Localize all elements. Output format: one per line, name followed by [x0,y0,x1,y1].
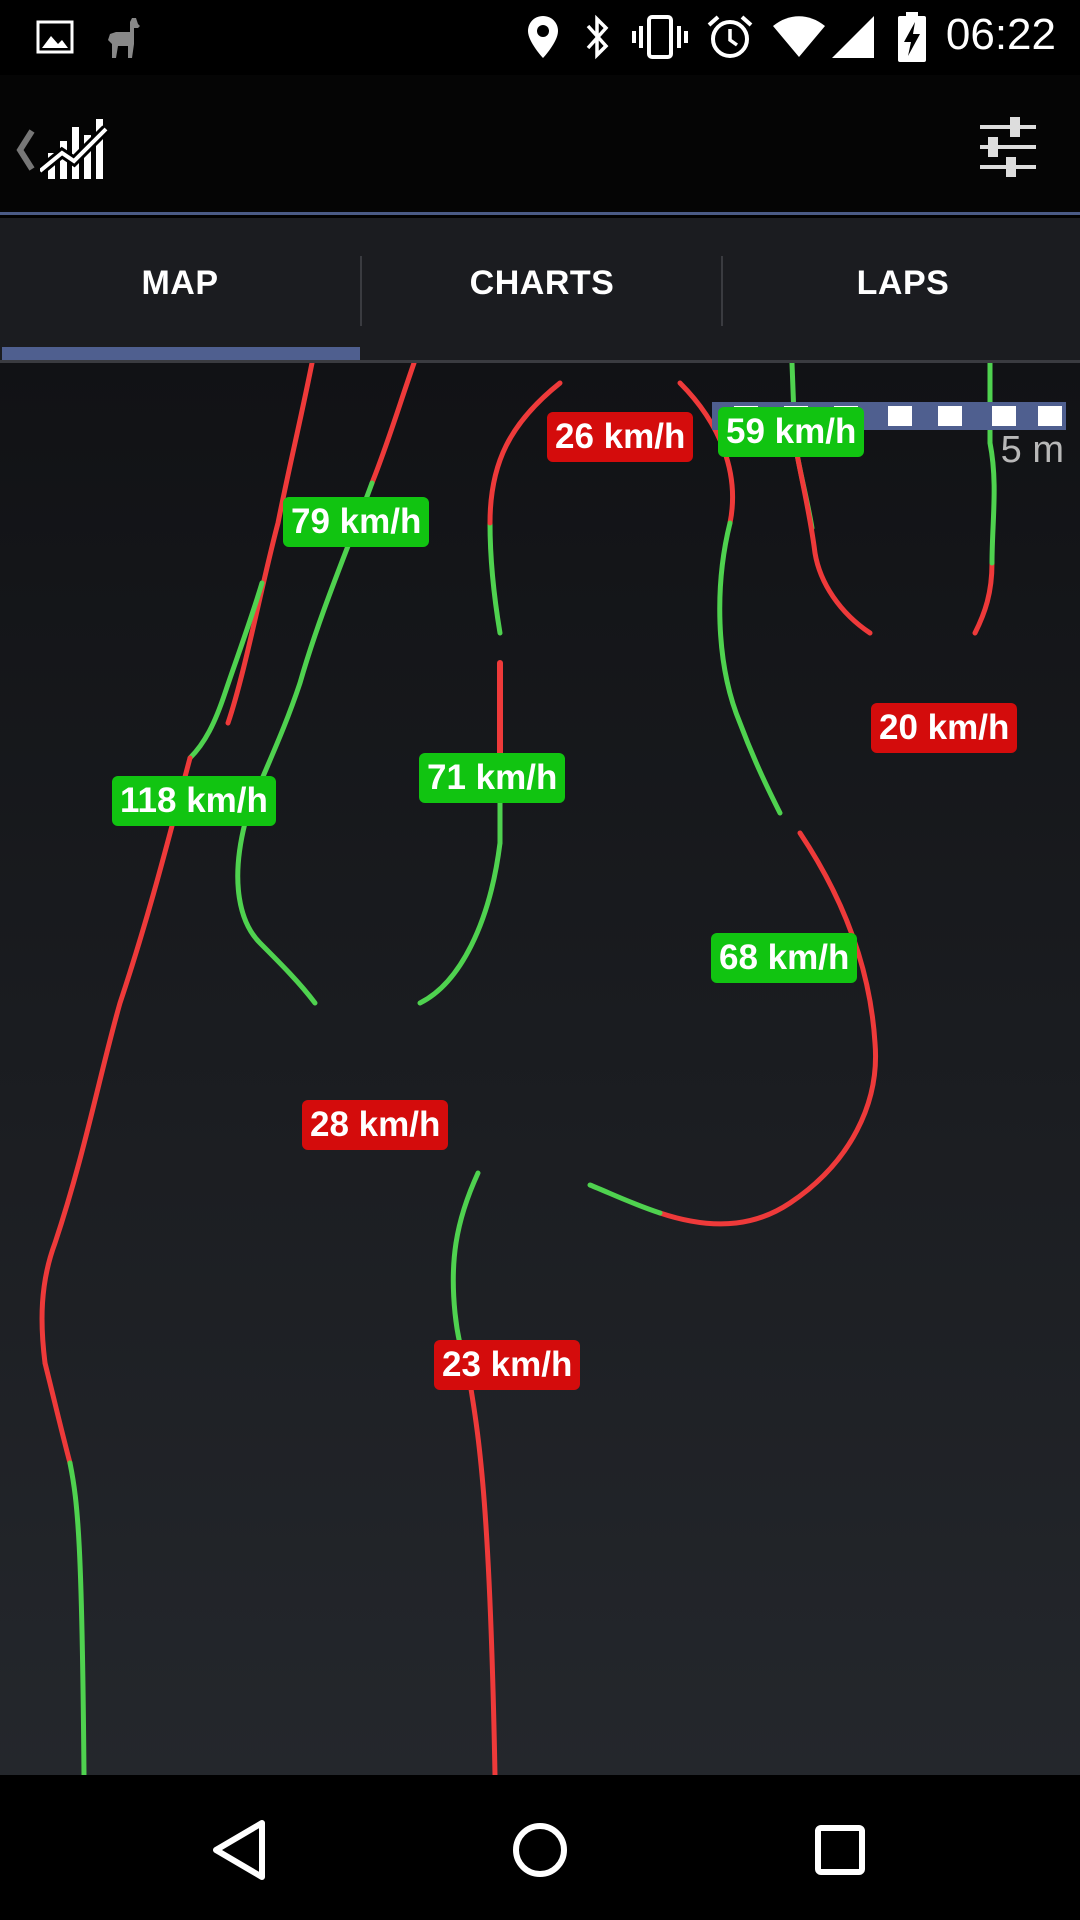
action-bar-divider [0,212,1080,215]
map-view[interactable]: 5 m 26 km/h 59 km/h 79 km/h 20 km/h 118 … [0,363,1080,1775]
signal-icon [832,16,874,58]
track-segment [39,755,193,1366]
speed-label: 68 km/h [711,933,858,983]
speed-label: 59 km/h [718,407,865,457]
recents-square-icon [815,1825,865,1875]
speed-label: 79 km/h [283,497,430,547]
action-bar [0,75,1080,215]
tab-selected-indicator [2,347,360,361]
back-chevron-icon [16,129,35,171]
location-icon [528,16,558,58]
track-segment [187,580,265,761]
sliders-icon [980,117,1036,177]
speed-label: 26 km/h [547,412,694,462]
speed-label: 23 km/h [434,1340,581,1390]
track-segment [42,1360,73,1466]
track-segment [67,1460,87,1775]
image-icon [36,20,74,54]
track-segment [467,1380,498,1775]
speed-label: 20 km/h [871,703,1018,753]
status-bar: 06:22 [0,0,1080,75]
track-segment [987,363,997,566]
nav-home-button[interactable] [500,1815,580,1885]
speed-track [39,363,997,1775]
alarm-icon [707,15,753,58]
settings-button[interactable] [976,115,1040,179]
home-circle-icon [513,1823,567,1877]
speed-label: 71 km/h [419,753,566,803]
track-segment [717,520,783,816]
status-time: 06:22 [945,10,1056,59]
track-segment [657,830,879,1227]
llama-icon [108,18,140,58]
track-segment [369,363,417,486]
up-button[interactable] [8,113,118,183]
back-triangle-icon [213,1820,265,1880]
wifi-icon [773,16,825,57]
track-segment [792,440,873,636]
nav-recents-button[interactable] [800,1815,880,1885]
map-scale-label: 5 m [1000,429,1064,471]
navigation-bar [0,1775,1080,1920]
vibrate-icon [632,15,688,59]
track-segment [417,840,503,1006]
battery-charging-icon [898,12,926,62]
track-segment [587,1182,663,1216]
speed-chart-icon [40,119,110,179]
track-segment [235,480,375,1006]
speed-label: 28 km/h [302,1100,449,1150]
track-segment [972,560,995,636]
tab-laps[interactable]: LAPS [723,218,1080,363]
speed-label: 118 km/h [112,776,276,826]
bluetooth-icon [586,14,609,60]
tab-map[interactable]: MAP [0,218,360,363]
tab-charts[interactable]: CHARTS [362,218,722,363]
nav-back-button[interactable] [200,1815,280,1885]
track-segment [487,520,503,636]
tab-bar: MAP CHARTS LAPS [0,218,1080,363]
